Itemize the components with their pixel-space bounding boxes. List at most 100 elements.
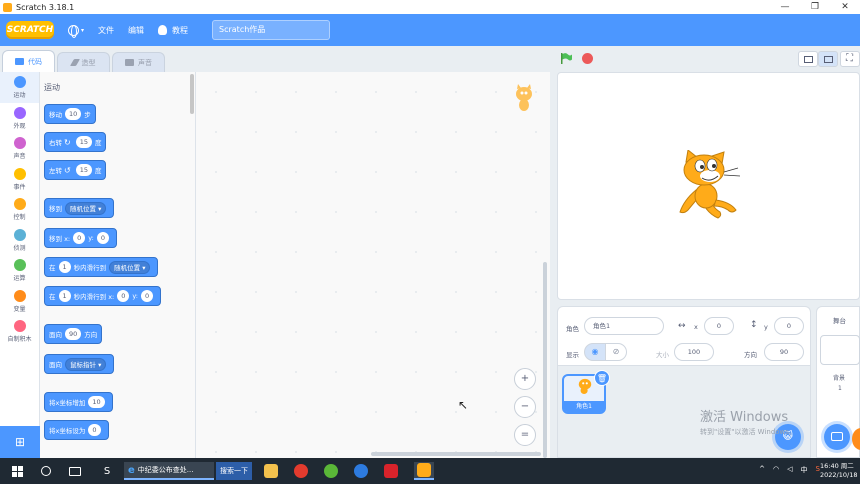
move-steps-block[interactable]: 移动 10 步 [44, 104, 96, 124]
taskbar-app-red[interactable] [292, 462, 310, 480]
category-my-blocks[interactable]: 自制积木 [0, 316, 39, 347]
taskbar-scratch[interactable] [414, 462, 434, 480]
file-menu[interactable]: 文件 [98, 25, 114, 36]
delete-sprite-button[interactable]: 🗑 [594, 370, 610, 386]
taskbar-explorer[interactable] [262, 462, 280, 480]
block-input[interactable]: 0 [117, 290, 130, 302]
scratch-icon [417, 463, 431, 477]
palette-scrollbar[interactable] [190, 74, 194, 114]
goto-random-block[interactable]: 移到 随机位置 ▾ [44, 198, 115, 218]
fullscreen-button[interactable]: ⛶ [840, 51, 860, 67]
tray-wifi-icon[interactable]: ◠ [773, 465, 779, 475]
task-view-button[interactable] [66, 462, 84, 480]
category-sound[interactable]: 声音 [0, 133, 39, 164]
cat-sprite-icon[interactable] [674, 150, 744, 222]
tray-expand-icon[interactable]: ^ [759, 465, 765, 475]
block-input[interactable]: 0 [88, 424, 101, 436]
category-variables[interactable]: 变量 [0, 286, 39, 317]
glide-xy-block[interactable]: 在 1 秒内滑行到 x: 0 y: 0 [44, 286, 162, 306]
minimize-button[interactable]: — [770, 0, 800, 14]
taskbar-browser-window[interactable]: e 中纪委公布查处... [124, 462, 214, 480]
block-input[interactable]: 1 [58, 261, 71, 273]
category-control[interactable]: 控制 [0, 194, 39, 225]
block-input[interactable]: 0 [96, 232, 109, 244]
x-arrow-icon: ↔ [678, 321, 686, 331]
zoom-in-button[interactable]: + [514, 368, 536, 390]
block-input[interactable]: 0 [73, 232, 86, 244]
category-motion[interactable]: 运动 [0, 72, 39, 103]
language-menu[interactable]: ▾ [68, 24, 84, 38]
code-workspace[interactable]: + − = ↖ [196, 72, 550, 458]
app-s-button[interactable]: S [98, 462, 116, 480]
category-sensing[interactable]: 侦测 [0, 225, 39, 256]
set-x-block[interactable]: 将x坐标设为 0 [44, 420, 109, 440]
small-stage-button[interactable] [798, 51, 818, 67]
block-input[interactable]: 0 [140, 290, 154, 302]
turn-right-block[interactable]: 右转 ↻ 15 度 [44, 132, 107, 152]
add-backdrop-button[interactable] [824, 424, 850, 450]
tab-sounds[interactable]: 声音 [112, 52, 165, 72]
project-title-input[interactable]: Scratch作品 [212, 20, 331, 40]
taskbar-wps[interactable] [382, 462, 400, 480]
block-dropdown[interactable]: 随机位置 ▾ [109, 260, 151, 274]
block-dropdown[interactable]: 鼠标指针 ▾ [65, 357, 107, 371]
search-task-button[interactable]: 搜索一下 [216, 462, 252, 480]
block-input[interactable]: 10 [65, 108, 82, 120]
direction-input[interactable]: 90 [764, 343, 804, 361]
zoom-reset-button[interactable]: = [514, 424, 536, 446]
taskbar-app-blue[interactable] [352, 462, 370, 480]
hide-sprite-button[interactable]: ⊘ [605, 343, 627, 361]
close-button[interactable]: ✕ [830, 0, 860, 14]
block-text: 移到 x: [49, 235, 71, 243]
taskbar-clock[interactable]: 16:40 周二 2022/10/18 [820, 462, 858, 480]
block-text: 秒内滑行到 [73, 264, 107, 272]
block-text: 在 [49, 264, 56, 272]
start-button[interactable] [8, 462, 26, 480]
block-input[interactable]: 10 [88, 396, 105, 408]
block-text: 移动 [49, 111, 62, 119]
block-input[interactable]: 15 [75, 136, 92, 148]
block-input[interactable]: 90 [65, 328, 82, 340]
workspace-horizontal-scrollbar[interactable] [371, 452, 541, 456]
tray-ime[interactable]: 中 [801, 465, 808, 475]
category-events[interactable]: 事件 [0, 164, 39, 195]
green-flag-icon[interactable] [560, 53, 572, 64]
size-input[interactable]: 100 [674, 343, 714, 361]
y-position-input[interactable]: 0 [774, 317, 804, 335]
browser-icon [354, 464, 368, 478]
taskbar-app-green[interactable] [322, 462, 340, 480]
block-text: 方向 [84, 331, 98, 339]
add-extension-button[interactable]: ⊞ [0, 426, 40, 458]
tab-code[interactable]: 代码 [2, 50, 55, 72]
change-x-block[interactable]: 将x坐标增加 10 [44, 392, 113, 412]
y-arrow-icon: ↕ [750, 320, 758, 330]
block-input[interactable]: 1 [58, 290, 71, 302]
workspace-vertical-scrollbar[interactable] [543, 262, 547, 458]
direction-label: 方向 [744, 351, 757, 359]
category-operators[interactable]: 运算 [0, 255, 39, 286]
tray-volume-icon[interactable]: ◁ [787, 465, 792, 475]
maximize-button[interactable]: ❐ [800, 0, 830, 14]
goto-xy-block[interactable]: 移到 x: 0 y: 0 [44, 228, 117, 248]
stop-icon[interactable] [582, 53, 593, 64]
tab-costumes[interactable]: 造型 [57, 52, 110, 72]
turn-left-block[interactable]: 左转 ↺ 15 度 [44, 160, 107, 180]
category-label: 外观 [13, 122, 26, 130]
show-sprite-button[interactable]: ◉ [584, 343, 606, 361]
category-looks[interactable]: 外观 [0, 103, 39, 134]
point-direction-block[interactable]: 面向 90 方向 [44, 324, 103, 344]
glide-random-block[interactable]: 在 1 秒内滑行到 随机位置 ▾ [44, 257, 159, 277]
cortana-button[interactable] [38, 462, 54, 480]
point-towards-block[interactable]: 面向 鼠标指针 ▾ [44, 354, 115, 374]
eye-slash-icon: ⊘ [612, 347, 620, 356]
x-position-input[interactable]: 0 [704, 317, 734, 335]
large-stage-button[interactable] [818, 51, 838, 67]
zoom-out-button[interactable]: − [514, 396, 536, 418]
edit-menu[interactable]: 编辑 [128, 25, 144, 36]
tutorials-menu[interactable]: 教程 [158, 25, 188, 36]
scratch-logo[interactable]: SCRATCH [6, 21, 54, 39]
stage-thumbnail[interactable] [820, 335, 860, 365]
sprite-name-input[interactable]: 角色1 [584, 317, 664, 335]
block-dropdown[interactable]: 随机位置 ▾ [65, 201, 107, 215]
block-input[interactable]: 15 [75, 164, 92, 176]
